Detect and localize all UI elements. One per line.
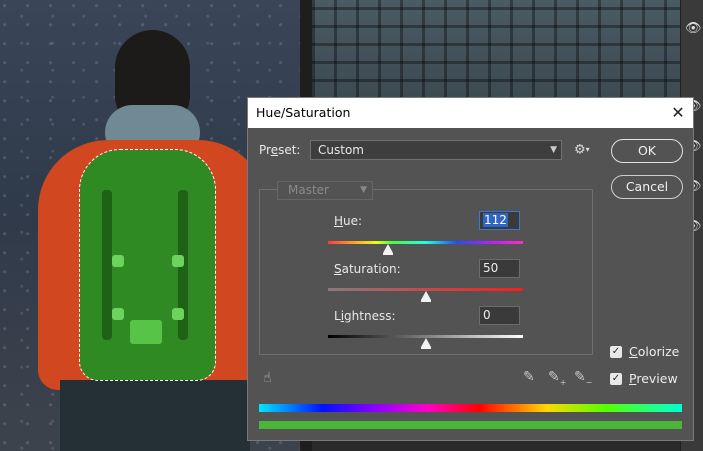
preview-label[interactable]: Preview — [629, 371, 678, 386]
chevron-down-icon: ▼ — [360, 185, 367, 195]
eye-icon[interactable]: 👁 — [685, 22, 702, 36]
eyedropper-minus-icon[interactable]: ✎− — [574, 369, 592, 387]
backpack-strap — [102, 190, 112, 340]
dialog-title: Hue/Saturation — [256, 105, 351, 120]
saturation-label-mnemonic: S — [334, 262, 342, 276]
gear-icon[interactable]: ⚙▾ — [574, 143, 590, 158]
backpack-buckle — [112, 255, 124, 267]
hand-tool-icon[interactable]: ☝ — [263, 370, 272, 386]
hue-label-text: ue: — [343, 214, 363, 228]
preview-checkbox[interactable]: ✓ — [610, 373, 622, 385]
output-color-bar — [259, 421, 682, 429]
saturation-label-text: aturation: — [341, 262, 401, 276]
backpack-buckle — [112, 308, 124, 320]
colorize-label-text: olorize — [637, 344, 680, 359]
dialog-title-bar[interactable]: Hue/Saturation ✕ — [248, 98, 693, 128]
caret-down-icon: ▾ — [585, 145, 590, 154]
colorize-label[interactable]: Colorize — [629, 344, 679, 359]
backpack-buckle — [172, 255, 184, 267]
texture-canvas — [312, 0, 680, 100]
lightness-label-text: ghtness: — [344, 309, 396, 323]
hue-slider-track[interactable] — [328, 241, 523, 244]
saturation-input[interactable]: 50 — [479, 259, 520, 278]
cancel-button[interactable]: Cancel — [611, 175, 683, 199]
lightness-label: Lightness: — [334, 309, 396, 323]
backpack-selection — [79, 149, 216, 381]
colorize-label-mnemonic: C — [629, 344, 638, 359]
person-legs — [60, 380, 250, 451]
preset-label-mnemonic: e — [270, 143, 279, 157]
channel-dropdown[interactable]: Master ▼ — [277, 181, 373, 200]
colorize-checkbox[interactable]: ✓ — [610, 346, 622, 358]
hue-input[interactable]: 112 — [479, 211, 520, 230]
preset-label-text: Pr — [259, 143, 271, 157]
preset-value: Custom — [318, 143, 364, 157]
lightness-input[interactable]: 0 — [479, 306, 520, 325]
saturation-slider-thumb[interactable] — [420, 291, 431, 302]
lightness-slider-thumb[interactable] — [420, 338, 431, 349]
hue-slider-thumb[interactable] — [383, 244, 394, 255]
preset-label: Preset: — [259, 143, 300, 157]
adjustment-group — [259, 189, 593, 355]
hue-label: Hue: — [334, 214, 362, 228]
backpack-buckle — [172, 308, 184, 320]
lightness-label-text: L — [334, 309, 341, 323]
backpack-pocket — [130, 320, 162, 344]
ok-button[interactable]: OK — [611, 139, 683, 163]
preset-dropdown[interactable]: Custom ▼ — [310, 140, 562, 160]
eyedropper-plus-icon[interactable]: ✎+ — [548, 369, 566, 387]
channel-value: Master — [288, 183, 329, 197]
hue-saturation-dialog: Hue/Saturation ✕ Preset: Custom ▼ ⚙▾ OK … — [247, 97, 694, 441]
eyedropper-icon[interactable]: ✎ — [523, 369, 535, 385]
input-spectrum-bar — [259, 404, 682, 412]
hue-value: 112 — [483, 213, 508, 227]
preview-label-text: review — [636, 371, 678, 386]
saturation-label: Saturation: — [334, 262, 401, 276]
close-icon[interactable]: ✕ — [667, 103, 689, 123]
hue-label-mnemonic: H — [334, 214, 344, 228]
chevron-down-icon: ▼ — [550, 145, 557, 155]
preset-label-text: set: — [278, 143, 301, 157]
